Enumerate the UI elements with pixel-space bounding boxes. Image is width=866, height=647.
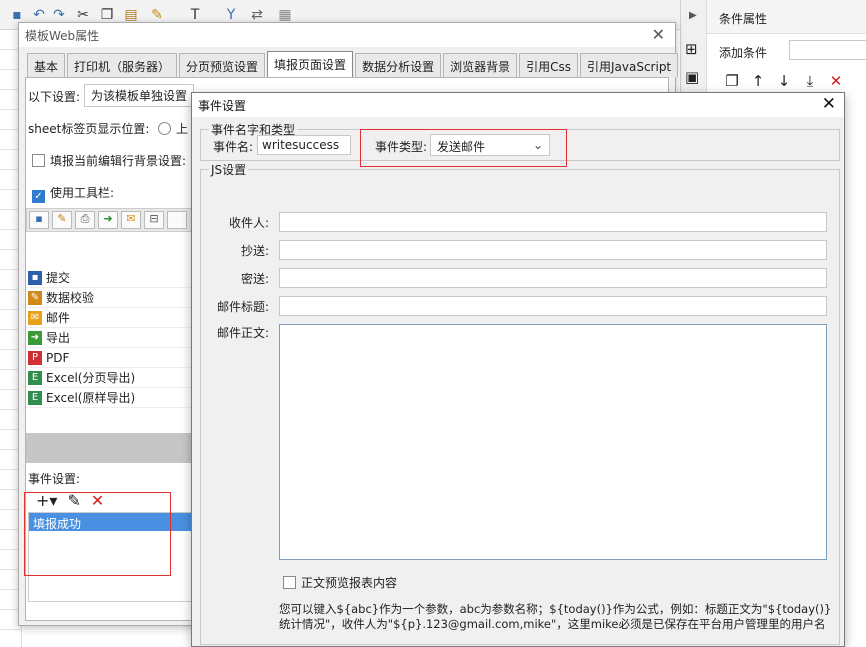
export-icon: ➜ <box>28 330 42 345</box>
recipient-label: 收件人: <box>229 216 270 230</box>
item-label: 数据校验 <box>46 291 95 305</box>
checkbox-icon <box>283 576 296 589</box>
bcc-label: 密送: <box>241 272 270 286</box>
cc-input[interactable] <box>279 240 827 260</box>
name-type-group: 事件名字和类型 事件名: 事件类型: 发送邮件 ⌄ <box>200 121 840 167</box>
tab-javascript[interactable]: 引用JavaScript <box>579 53 679 77</box>
list-item[interactable]: ✉ 邮件 <box>26 308 194 328</box>
chevron-down-icon: ⌄ <box>532 138 543 152</box>
tab-browser-bg[interactable]: 浏览器背景 <box>443 53 518 77</box>
edit-icon[interactable]: ✎ <box>67 491 80 510</box>
tab-data-analysis[interactable]: 数据分析设置 <box>355 53 442 77</box>
event-list: 填报成功 <box>28 512 192 602</box>
row-bg-checkbox[interactable]: 填报当前编辑行背景设置: <box>32 152 186 169</box>
event-type-label: 事件类型: <box>375 140 428 154</box>
settings-select[interactable]: 为该模板单独设置 <box>84 84 194 107</box>
arrow-up-icon[interactable]: ↑ <box>747 72 769 90</box>
event-settings-label: 事件设置: <box>28 472 81 486</box>
event-name-input[interactable] <box>257 135 351 155</box>
excel-icon: E <box>28 370 42 385</box>
bcc-input[interactable] <box>279 268 827 288</box>
js-settings-group: JS设置 收件人: 抄送: 密送: 邮件标题: 邮件正文: 正文预览报表内容 您… <box>200 161 840 645</box>
toolbar-preview: ▪ ✎ ⎙ ➜ ✉ ⊟ <box>26 208 196 232</box>
tab-bar: 基本 打印机（服务器） 分页预览设置 填报页面设置 数据分析设置 浏览器背景 引… <box>27 51 680 77</box>
event-settings-dialog: 事件设置 ✕ 事件名字和类型 事件名: 事件类型: 发送邮件 ⌄ JS设置 收件… <box>191 92 845 647</box>
delete-icon[interactable]: ✕ <box>91 491 104 510</box>
mail-icon: ✉ <box>28 310 42 325</box>
preview-checkbox[interactable]: 正文预览报表内容 <box>283 574 397 591</box>
layout-icon[interactable]: ⊞ <box>685 40 698 58</box>
subject-input[interactable] <box>279 296 827 316</box>
cc-label: 抄送: <box>241 244 270 258</box>
event-type-select[interactable]: 发送邮件 ⌄ <box>430 134 550 156</box>
close-icon[interactable]: ✕ <box>652 25 665 44</box>
sheet-tab-option-top[interactable]: 上 <box>158 120 188 137</box>
dialog-title: 事件设置 <box>192 93 844 117</box>
tab-fill-page[interactable]: 填报页面设置 <box>267 51 354 77</box>
pencil-icon[interactable]: ✎ <box>52 211 72 229</box>
select-value: 发送邮件 <box>437 140 486 154</box>
item-label: 提交 <box>46 271 71 285</box>
tab-basic[interactable]: 基本 <box>27 53 66 77</box>
list-item[interactable]: E Excel(原样导出) <box>26 388 194 408</box>
window-title: 模板Web属性 <box>19 23 675 47</box>
sheet-tab-position-label: sheet标签页显示位置: <box>28 122 150 136</box>
list-item[interactable]: ➜ 导出 <box>26 328 194 348</box>
radio-icon <box>158 122 171 135</box>
mail-icon[interactable]: ✉ <box>121 211 141 229</box>
pdf-icon: P <box>28 350 42 365</box>
toolbar-item-list: ▪ 提交 ✎ 数据校验 ✉ 邮件 ➜ 导出 P PDF E Excel(分页导出) E Exc… <box>26 268 194 418</box>
use-toolbar-checkbox[interactable]: ✓ 使用工具栏: <box>32 184 114 203</box>
tab-css[interactable]: 引用Css <box>519 53 578 77</box>
help-text: 您可以键入${abc}作为一个参数，abc为参数名称；${today()}作为公… <box>279 602 832 631</box>
item-label: Excel(原样导出) <box>46 391 136 405</box>
export-icon[interactable]: ➜ <box>98 211 118 229</box>
close-icon[interactable]: ✕ <box>822 94 836 114</box>
body-textarea[interactable] <box>279 324 827 560</box>
item-label: 导出 <box>46 331 71 345</box>
tree-icon[interactable]: ⊟ <box>144 211 164 229</box>
item-label: 邮件 <box>46 311 71 325</box>
list-footer-band <box>26 433 194 463</box>
blank-icon[interactable] <box>167 211 187 229</box>
subject-label: 邮件标题: <box>217 300 270 314</box>
condition-select[interactable] <box>789 40 866 60</box>
event-name-label: 事件名: <box>213 140 254 154</box>
list-item[interactable]: E Excel(分页导出) <box>26 368 194 388</box>
list-item[interactable]: P PDF <box>26 348 194 368</box>
checkbox-label: 填报当前编辑行背景设置: <box>50 154 187 168</box>
tab-printer[interactable]: 打印机（服务器） <box>67 53 178 77</box>
item-label: PDF <box>46 350 70 365</box>
recipient-input[interactable] <box>279 212 827 232</box>
item-label: Excel(分页导出) <box>46 371 136 385</box>
properties-icon[interactable]: ▣ <box>685 68 699 86</box>
pencil-icon: ✎ <box>28 290 42 305</box>
save-icon[interactable]: ▪ <box>29 211 49 229</box>
group-legend: JS设置 <box>209 161 249 178</box>
condition-tools: ❐ ↑ ↓ ⤓ ✕ <box>721 70 861 92</box>
body-label: 邮件正文: <box>217 326 270 340</box>
checkbox-label: 正文预览报表内容 <box>301 576 398 590</box>
list-item[interactable]: ▪ 提交 <box>26 268 194 288</box>
event-tools: +▾ ✎ ✕ <box>36 491 104 510</box>
panel-title: 条件属性 <box>707 0 866 34</box>
copy-icon[interactable]: ❐ <box>721 72 743 90</box>
save-icon: ▪ <box>28 270 42 285</box>
arrow-down-icon[interactable]: ↓ <box>773 72 795 90</box>
chevron-right-icon[interactable]: ▶ <box>689 10 697 21</box>
print-icon[interactable]: ⎙ <box>75 211 95 229</box>
checkbox-icon <box>32 154 45 167</box>
delete-icon[interactable]: ✕ <box>825 72 847 90</box>
add-icon[interactable]: +▾ <box>36 491 57 510</box>
checkmark-icon: ✓ <box>32 190 45 203</box>
radio-label: 上 <box>176 122 189 136</box>
move-bottom-icon[interactable]: ⤓ <box>799 72 821 90</box>
tab-page-preview[interactable]: 分页预览设置 <box>179 53 266 77</box>
excel-icon: E <box>28 390 42 405</box>
list-item[interactable]: ✎ 数据校验 <box>26 288 194 308</box>
event-item[interactable]: 填报成功 <box>29 513 191 531</box>
checkbox-label: 使用工具栏: <box>50 186 115 200</box>
settings-label: 以下设置: <box>28 90 81 104</box>
